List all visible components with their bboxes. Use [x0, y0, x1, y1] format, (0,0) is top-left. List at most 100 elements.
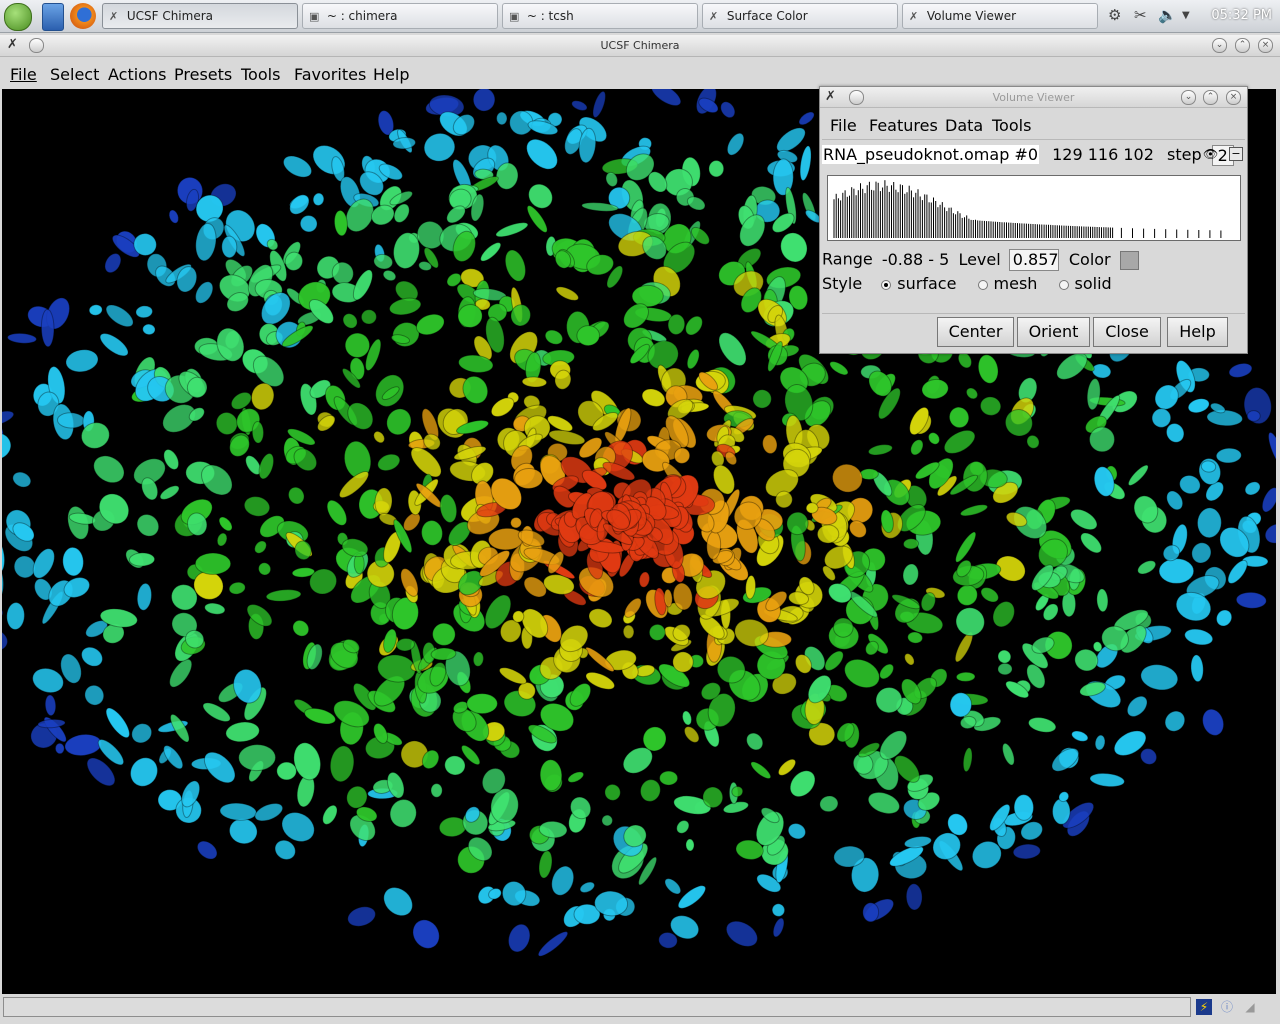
dialog-close-button[interactable]: ×	[1226, 90, 1241, 105]
vv-menu-data[interactable]: Data	[945, 116, 983, 135]
density-blob	[304, 707, 336, 725]
menu-presets[interactable]: Presets	[174, 65, 232, 84]
vv-menu-features[interactable]: Features	[869, 116, 938, 135]
density-blob	[521, 376, 548, 388]
menu-select[interactable]: Select	[50, 65, 99, 84]
firefox-icon[interactable]	[70, 3, 96, 29]
density-blob	[432, 622, 456, 646]
settings-gear-icon[interactable]: ⚙	[1108, 6, 1121, 24]
command-line-icon[interactable]: ⚡	[1196, 999, 1212, 1015]
density-blob	[571, 100, 588, 111]
menu-help[interactable]: Help	[373, 65, 409, 84]
density-blob	[64, 733, 103, 757]
style-surface-label[interactable]: surface	[897, 274, 956, 293]
density-blob	[928, 432, 940, 445]
density-blob	[423, 132, 456, 162]
start-menu-icon[interactable]	[4, 3, 32, 31]
density-blob	[360, 309, 377, 325]
density-blob	[472, 89, 496, 112]
vv-menu-tools[interactable]: Tools	[992, 116, 1031, 135]
density-blob	[1127, 464, 1149, 486]
dialog-minimize-button[interactable]: ⌄	[1181, 90, 1196, 105]
chevron-down-icon[interactable]: ▼	[1182, 10, 1190, 21]
clock[interactable]: 05:32 PM	[1211, 8, 1272, 23]
density-blob	[54, 742, 65, 755]
density-blob	[555, 286, 579, 301]
taskbar: ✗ UCSF Chimera ▣ ~ : chimera ▣ ~ : tcsh …	[0, 0, 1280, 33]
density-blob	[664, 878, 682, 895]
density-blob	[526, 138, 558, 170]
collapse-panel-icon[interactable]: −	[1229, 147, 1243, 161]
density-blob	[282, 155, 313, 178]
density-blob	[2, 538, 6, 574]
eye-icon[interactable]: 👁	[1203, 147, 1218, 161]
density-blob	[238, 744, 276, 772]
maximize-button[interactable]: ⌃	[1235, 38, 1250, 53]
task-terminal-chimera[interactable]: ▣ ~ : chimera	[302, 3, 498, 29]
task-surface-color[interactable]: ✗ Surface Color	[702, 3, 898, 29]
histogram[interactable]	[827, 175, 1241, 241]
style-solid-radio[interactable]	[1058, 279, 1069, 290]
color-well[interactable]	[1119, 250, 1139, 270]
density-blob	[84, 684, 105, 706]
density-blob	[867, 791, 900, 815]
density-blob	[1140, 748, 1158, 765]
density-blob	[12, 471, 32, 488]
style-mesh-radio[interactable]	[977, 279, 988, 290]
density-blob	[218, 516, 233, 532]
task-ucsf-chimera[interactable]: ✗ UCSF Chimera	[102, 3, 298, 29]
density-blob	[650, 89, 682, 107]
density-blob	[1246, 410, 1261, 422]
density-blob	[135, 305, 153, 319]
volume-icon[interactable]: 🔈	[1158, 6, 1177, 24]
density-blob	[592, 90, 606, 118]
menu-tools[interactable]: Tools	[241, 65, 280, 84]
window-title: UCSF Chimera	[600, 39, 680, 52]
level-input[interactable]: 0.857	[1008, 249, 1059, 271]
resize-grip-icon[interactable]: ◢	[1242, 999, 1258, 1015]
menu-file[interactable]: File	[10, 65, 37, 84]
density-blob	[1002, 742, 1015, 766]
close-button[interactable]: ×	[1258, 38, 1273, 53]
density-blob	[1227, 559, 1248, 584]
density-blob	[1235, 591, 1267, 609]
density-blob	[762, 434, 778, 455]
menu-actions[interactable]: Actions	[108, 65, 166, 84]
density-blob	[472, 651, 484, 667]
density-blob	[631, 284, 664, 308]
window-titlebar[interactable]: ✗ UCSF Chimera ⌄ ⌃ ×	[0, 35, 1280, 57]
info-icon[interactable]: ⓘ	[1219, 999, 1235, 1015]
density-blob	[1070, 508, 1098, 531]
style-mesh-label[interactable]: mesh	[994, 274, 1038, 293]
density-blob	[921, 378, 949, 400]
density-blob	[57, 412, 85, 429]
dataset-name[interactable]: RNA_pseudoknot.omap #0	[822, 145, 1040, 164]
orient-button[interactable]: Orient	[1017, 317, 1090, 347]
task-terminal-tcsh[interactable]: ▣ ~ : tcsh	[502, 3, 698, 29]
density-blob	[1179, 474, 1201, 495]
close-dialog-button[interactable]: Close	[1093, 317, 1161, 347]
minimize-button[interactable]: ⌄	[1212, 38, 1227, 53]
density-blob	[40, 308, 55, 348]
file-manager-icon[interactable]	[42, 3, 64, 31]
scissors-icon[interactable]: ✂	[1134, 6, 1147, 24]
density-blob	[1166, 490, 1184, 511]
density-blob	[726, 132, 745, 156]
vv-menu-file[interactable]: File	[830, 116, 857, 135]
menu-favorites[interactable]: Favorites	[294, 65, 366, 84]
center-button[interactable]: Center	[937, 317, 1014, 347]
density-blob	[329, 745, 355, 783]
density-blob	[777, 758, 797, 776]
density-blob	[943, 429, 976, 454]
density-blob	[142, 323, 156, 336]
help-button[interactable]: Help	[1167, 317, 1228, 347]
style-surface-radio[interactable]	[881, 279, 892, 290]
dialog-titlebar[interactable]: ✗ Volume Viewer ⌄ ⌃ ×	[820, 87, 1247, 108]
dialog-maximize-button[interactable]: ⌃	[1203, 90, 1218, 105]
style-solid-label[interactable]: solid	[1075, 274, 1112, 293]
density-blob	[1137, 560, 1157, 575]
density-blob	[537, 931, 569, 957]
density-blob	[322, 804, 338, 825]
task-volume-viewer[interactable]: ✗ Volume Viewer	[902, 3, 1098, 29]
density-blob	[1126, 695, 1148, 718]
